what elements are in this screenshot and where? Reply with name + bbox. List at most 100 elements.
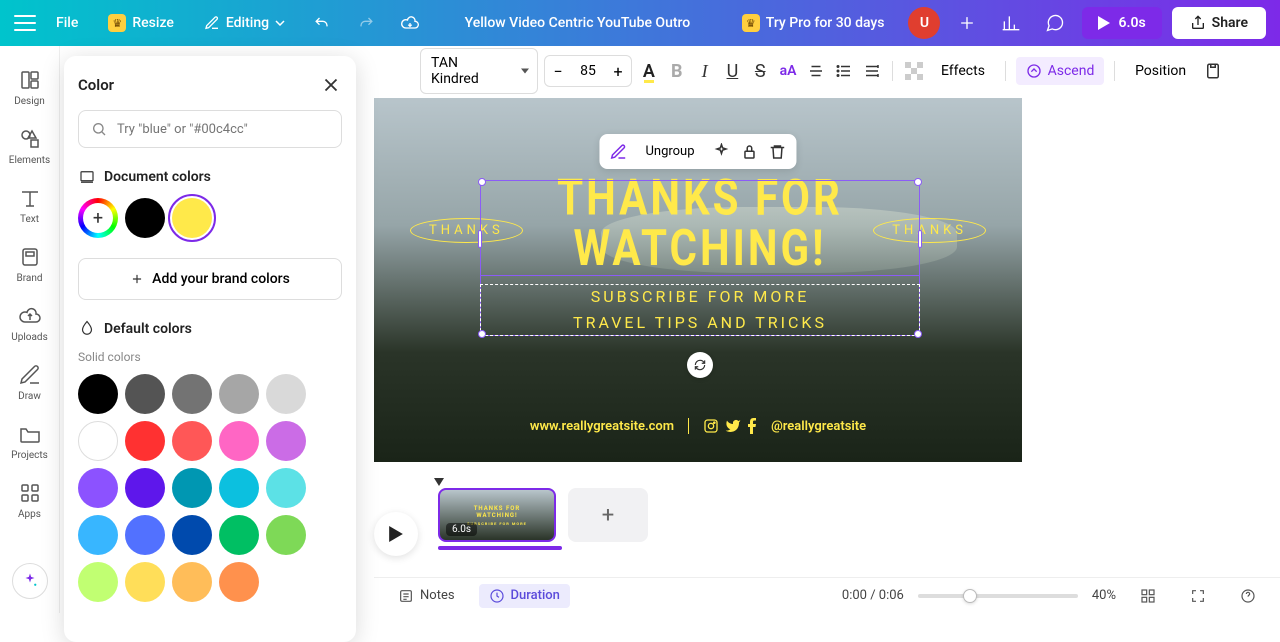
resize-handle[interactable] (914, 178, 922, 186)
nav-projects[interactable]: Projects (0, 414, 59, 469)
add-scene-button[interactable]: + (568, 488, 648, 542)
file-menu[interactable]: File (46, 7, 88, 39)
document-title[interactable]: Yellow Video Centric YouTube Outro (437, 15, 718, 31)
effects-button[interactable]: Effects (931, 57, 995, 85)
nav-brand[interactable]: Brand (0, 237, 59, 292)
resize-handle[interactable] (918, 230, 922, 248)
scene-thumbnail[interactable]: THANKS FOR WATCHING! SUBSCRIBE FOR MORE … (438, 488, 556, 542)
underline-button[interactable]: U (721, 55, 743, 87)
color-swatch[interactable] (125, 468, 165, 508)
color-swatch[interactable] (266, 468, 306, 508)
color-swatch[interactable] (219, 421, 259, 461)
nav-draw[interactable]: Draw (0, 355, 59, 410)
color-swatch[interactable] (172, 421, 212, 461)
add-color-swatch[interactable] (78, 198, 118, 238)
timeline-play-button[interactable] (374, 512, 418, 556)
nav-design[interactable]: Design (0, 60, 59, 115)
color-search-input[interactable] (117, 122, 329, 137)
user-avatar[interactable]: U (908, 7, 940, 39)
resize-handle[interactable] (478, 178, 486, 186)
color-swatch[interactable] (125, 421, 165, 461)
color-swatch[interactable] (219, 562, 259, 602)
color-swatch[interactable] (78, 562, 118, 602)
grid-view-button[interactable] (1130, 584, 1166, 608)
text-color-button[interactable]: A (638, 55, 660, 87)
italic-button[interactable]: I (694, 55, 716, 87)
color-swatch[interactable] (78, 374, 118, 414)
preview-play-button[interactable]: 6.0s (1082, 7, 1161, 39)
color-swatch[interactable] (78, 421, 118, 461)
fullscreen-button[interactable] (1180, 584, 1216, 608)
add-member-button[interactable] (950, 6, 984, 40)
color-swatch[interactable] (125, 198, 165, 238)
hamburger-menu-icon[interactable] (14, 15, 36, 31)
comments-button[interactable] (1038, 6, 1072, 40)
position-button[interactable]: Position (1125, 57, 1196, 85)
resize-handle[interactable] (914, 330, 922, 338)
font-size-decrease[interactable]: − (545, 56, 571, 86)
magic-sparkle-icon[interactable] (713, 143, 731, 161)
text-case-button[interactable]: aA (777, 55, 799, 87)
color-swatch[interactable] (78, 468, 118, 508)
analytics-button[interactable] (994, 6, 1028, 40)
bold-button[interactable]: B (666, 55, 688, 87)
resize-button[interactable]: ♛ Resize (98, 6, 184, 40)
close-icon[interactable] (320, 74, 342, 96)
more-options-button[interactable] (1202, 55, 1224, 87)
color-swatch[interactable] (266, 515, 306, 555)
resize-handle[interactable] (478, 330, 486, 338)
color-swatch[interactable] (125, 374, 165, 414)
magic-button[interactable] (12, 563, 48, 599)
color-swatch[interactable] (172, 515, 212, 555)
cloud-sync-icon[interactable] (393, 6, 427, 40)
color-swatch[interactable] (125, 515, 165, 555)
trash-icon[interactable] (769, 143, 787, 161)
redo-button[interactable] (349, 6, 383, 40)
undo-button[interactable] (305, 6, 339, 40)
selected-text-group[interactable]: THANKS FOR WATCHING! SUBSCRIBE FOR MORE … (482, 182, 918, 334)
list-button[interactable] (833, 55, 855, 87)
share-button[interactable]: Share (1172, 7, 1266, 39)
transparency-button[interactable] (903, 55, 925, 87)
resize-handle[interactable] (478, 230, 482, 248)
try-pro-button[interactable]: ♛ Try Pro for 30 days (728, 6, 899, 40)
help-button[interactable] (1230, 584, 1266, 608)
scene-progress-bar[interactable] (438, 546, 562, 550)
color-swatch[interactable] (172, 374, 212, 414)
font-size-increase[interactable]: + (605, 56, 631, 86)
rotate-handle[interactable] (687, 352, 713, 378)
strikethrough-button[interactable]: S (749, 55, 771, 87)
color-swatch[interactable] (219, 374, 259, 414)
color-swatch[interactable] (266, 421, 306, 461)
zoom-slider-knob[interactable] (963, 589, 977, 603)
color-swatch[interactable] (266, 374, 306, 414)
color-swatch[interactable] (172, 198, 212, 238)
color-swatch[interactable] (172, 562, 212, 602)
color-swatch[interactable] (172, 468, 212, 508)
color-swatch[interactable] (78, 515, 118, 555)
lock-icon[interactable] (741, 143, 759, 161)
editing-mode-button[interactable]: Editing (194, 7, 295, 39)
color-search-field[interactable] (78, 110, 342, 148)
font-family-select[interactable]: TAN Kindred (420, 48, 538, 94)
footer-info[interactable]: www.reallygreatsite.com @reallygreatsite (374, 418, 1022, 434)
zoom-slider[interactable] (918, 594, 1078, 598)
spacing-button[interactable] (861, 55, 883, 87)
color-swatch[interactable] (125, 562, 165, 602)
nav-text[interactable]: Text (0, 178, 59, 233)
animate-ascend-button[interactable]: Ascend (1016, 57, 1105, 85)
color-swatch[interactable] (219, 468, 259, 508)
font-size-value[interactable]: 85 (571, 63, 605, 79)
add-brand-colors-button[interactable]: Add your brand colors (78, 258, 342, 300)
nav-uploads[interactable]: Uploads (0, 296, 59, 351)
playhead-marker[interactable] (434, 478, 444, 486)
nav-apps[interactable]: Apps (0, 473, 59, 528)
color-swatch[interactable] (219, 515, 259, 555)
notes-button[interactable]: Notes (388, 584, 465, 608)
duration-button[interactable]: Duration (479, 584, 570, 608)
design-canvas[interactable]: Ungroup THANKS THANKS THANKS FOR WATCHIN… (374, 98, 1022, 462)
ungroup-button[interactable]: Ungroup (637, 140, 702, 163)
nav-elements[interactable]: Elements (0, 119, 59, 174)
text-align-button[interactable] (805, 55, 827, 87)
magic-edit-icon[interactable] (609, 143, 627, 161)
